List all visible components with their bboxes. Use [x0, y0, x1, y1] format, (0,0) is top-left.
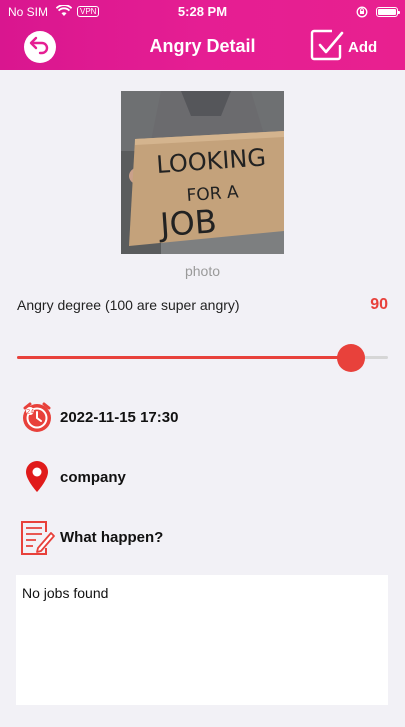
svg-text:JOB: JOB [157, 202, 218, 244]
place-row[interactable]: company [20, 459, 126, 495]
angry-degree-label: Angry degree (100 are super angry) [17, 297, 240, 313]
angry-degree-slider[interactable] [17, 343, 388, 373]
add-button[interactable]: Add [310, 29, 400, 65]
place-text: company [60, 468, 126, 486]
note-edit-icon [20, 518, 56, 556]
date-time-text: 2022-11-15 17:30 [60, 408, 179, 426]
what-happen-label: What happen? [60, 528, 164, 546]
angry-photo[interactable]: LOOKING FOR A JOB [121, 91, 284, 254]
location-pin-icon [20, 459, 54, 495]
slider-fill [17, 356, 351, 359]
nav-header: No SIM VPN 5:28 PM Angry Detail Add [0, 0, 405, 70]
date-time-row[interactable]: 24 2022-11-15 17:30 [20, 399, 178, 435]
description-textarea[interactable]: No jobs found [16, 575, 388, 705]
slider-thumb[interactable] [336, 344, 365, 372]
clock-time: 5:28 PM [177, 4, 228, 19]
add-label: Add [348, 38, 378, 56]
angry-degree-value: 90 [370, 296, 388, 313]
rotation-lock-icon [356, 6, 368, 21]
what-happen-row: What happen? [20, 519, 163, 555]
clock-icon: 24 [20, 400, 54, 434]
battery-icon [376, 7, 400, 17]
svg-text:24: 24 [27, 409, 35, 416]
photo-caption: photo [184, 263, 221, 279]
status-bar: No SIM VPN 5:28 PM [0, 4, 405, 20]
checkbox-icon [310, 28, 344, 67]
